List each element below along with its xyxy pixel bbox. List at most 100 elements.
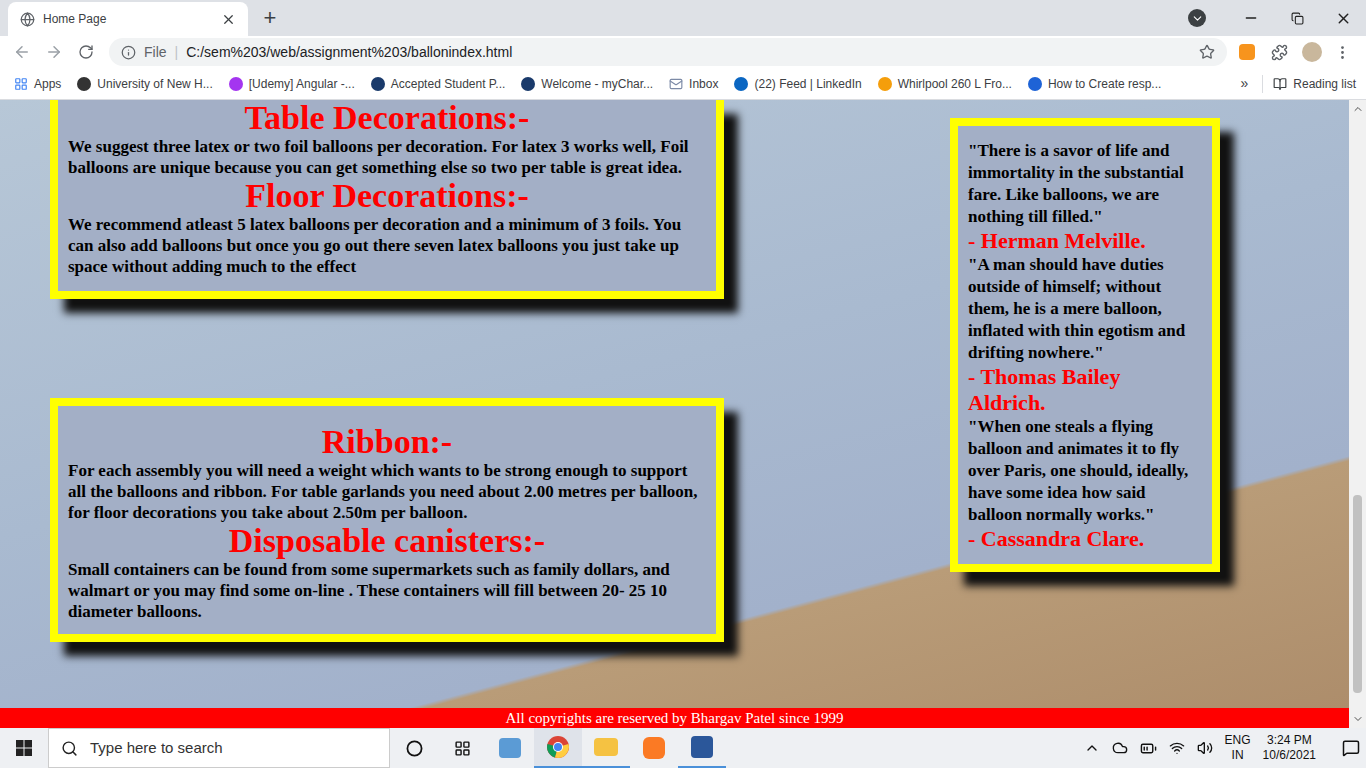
section-heading: Disposable canisters:- bbox=[68, 523, 706, 559]
card-section: Floor Decorations:-We recommend atleast … bbox=[68, 178, 706, 277]
bookmark[interactable]: Apps bbox=[14, 75, 61, 93]
bookmark-label: Accepted Student P... bbox=[391, 75, 506, 93]
reading-list-label: Reading list bbox=[1293, 75, 1356, 93]
cortana-button[interactable] bbox=[390, 728, 438, 768]
region: IN bbox=[1232, 748, 1244, 763]
bookmarks-bar: Apps University of New H... [Udemy] Angula… bbox=[0, 68, 1366, 100]
notifications-icon[interactable] bbox=[1342, 739, 1360, 757]
taskbar-app[interactable] bbox=[582, 728, 630, 768]
footer-text: All copyrights are reserved by Bhargav P… bbox=[506, 709, 844, 727]
back-icon[interactable] bbox=[13, 43, 31, 61]
task-view-icon bbox=[454, 740, 471, 757]
screen: Home Page + File|C:/sem%203/web/assignment… bbox=[0, 0, 1366, 768]
extension-button[interactable] bbox=[1239, 44, 1255, 60]
section-heading: Table Decorations:- bbox=[68, 100, 706, 136]
task-view-button[interactable] bbox=[438, 728, 486, 768]
reading-list[interactable]: Reading list bbox=[1273, 75, 1356, 93]
taskbar-app[interactable] bbox=[486, 728, 534, 768]
bookmark[interactable]: Inbox bbox=[669, 75, 718, 93]
bookmark-label: University of New H... bbox=[97, 75, 212, 93]
toolbar: File|C:/sem%203/web/assignment%203/ballo… bbox=[0, 36, 1366, 68]
search-icon bbox=[61, 740, 78, 757]
favicon-icon bbox=[371, 77, 385, 91]
system-tray: ENGIN 3:24 PM10/6/2021 bbox=[1084, 728, 1366, 768]
card-section: Ribbon:-For each assembly you will need … bbox=[68, 424, 706, 523]
taskbar-search[interactable]: Type here to search bbox=[48, 728, 390, 768]
reload-icon[interactable] bbox=[78, 44, 94, 60]
quote-author: - Herman Melville. bbox=[968, 228, 1202, 254]
xampp-icon bbox=[643, 737, 665, 759]
forward-icon[interactable] bbox=[45, 43, 63, 61]
minimize-button[interactable] bbox=[1228, 0, 1274, 36]
bookmark[interactable]: (22) Feed | LinkedIn bbox=[734, 75, 861, 93]
bookmark[interactable]: Welcome - myChar... bbox=[521, 75, 653, 93]
close-icon bbox=[1335, 10, 1352, 27]
windows-icon bbox=[16, 740, 32, 756]
onedrive-icon[interactable] bbox=[1112, 740, 1128, 756]
word-icon bbox=[691, 736, 713, 758]
menu-icon[interactable] bbox=[1334, 44, 1351, 61]
quote-text: "When one steals a flying balloon and an… bbox=[968, 416, 1202, 526]
quote: "When one steals a flying balloon and an… bbox=[968, 416, 1202, 552]
close-tab-icon[interactable] bbox=[221, 12, 236, 27]
bookmarks-overflow[interactable]: » bbox=[1241, 73, 1249, 94]
file-explorer-icon bbox=[594, 738, 618, 756]
footer: All copyrights are reserved by Bhargav P… bbox=[0, 708, 1349, 728]
taskbar-app[interactable] bbox=[534, 728, 582, 768]
quote-author: - Cassandra Clare. bbox=[968, 526, 1202, 552]
url-text: C:/sem%203/web/assignment%203/balloninde… bbox=[186, 42, 1191, 63]
restore-button[interactable] bbox=[1274, 0, 1320, 36]
cortana-icon bbox=[406, 740, 423, 757]
apps-icon bbox=[14, 77, 28, 91]
language: ENG bbox=[1225, 733, 1251, 748]
globe-icon bbox=[20, 12, 35, 27]
bookmark-label: Whirlpool 260 L Fro... bbox=[898, 75, 1012, 93]
tray-overflow-icon[interactable] bbox=[1084, 740, 1100, 756]
clock[interactable]: 3:24 PM10/6/2021 bbox=[1263, 733, 1316, 763]
section-text: For each assembly you will need a weight… bbox=[68, 460, 706, 523]
info-icon[interactable] bbox=[121, 45, 136, 60]
extensions-icon[interactable] bbox=[1271, 44, 1288, 61]
bookmark-label: Welcome - myChar... bbox=[541, 75, 653, 93]
card-section: Disposable canisters:-Small containers c… bbox=[68, 523, 706, 622]
taskbar-app[interactable] bbox=[630, 728, 678, 768]
omnibox[interactable]: File|C:/sem%203/web/assignment%203/ballo… bbox=[109, 38, 1227, 66]
language-indicator[interactable]: ENGIN bbox=[1225, 733, 1251, 763]
bookmark-label: Inbox bbox=[689, 75, 718, 93]
browser-tab[interactable]: Home Page bbox=[8, 2, 248, 36]
star-icon[interactable] bbox=[1199, 44, 1215, 60]
time: 3:24 PM bbox=[1267, 733, 1312, 748]
section-text: Small containers can be found from some … bbox=[68, 559, 706, 622]
battery-icon[interactable] bbox=[1140, 740, 1157, 757]
scroll-thumb[interactable] bbox=[1353, 495, 1362, 693]
taskbar-app[interactable] bbox=[678, 728, 726, 768]
bookmark[interactable]: University of New H... bbox=[77, 75, 212, 93]
search-placeholder: Type here to search bbox=[90, 737, 223, 760]
reading-list-icon bbox=[1273, 77, 1287, 91]
bookmark-label: How to Create resp... bbox=[1048, 75, 1161, 93]
new-tab-button[interactable]: + bbox=[258, 6, 282, 30]
quote: "A man should have duties outside of him… bbox=[968, 254, 1202, 416]
favicon-icon bbox=[734, 77, 748, 91]
scroll-down-icon[interactable] bbox=[1352, 713, 1364, 725]
chrome-icon bbox=[546, 735, 570, 759]
tab-search-button[interactable] bbox=[1188, 9, 1206, 27]
page-viewport: Table Decorations:-We suggest three late… bbox=[0, 100, 1366, 728]
chevron-down-icon bbox=[1191, 12, 1204, 25]
bookmark[interactable]: How to Create resp... bbox=[1028, 75, 1161, 93]
section-text: We suggest three latex or two foil ballo… bbox=[68, 136, 706, 178]
quote-author: - Thomas Bailey Aldrich. bbox=[968, 364, 1202, 416]
favicon-icon bbox=[521, 77, 535, 91]
scrollbar[interactable] bbox=[1349, 100, 1366, 728]
wifi-icon[interactable] bbox=[1169, 740, 1185, 756]
info-card: Table Decorations:-We suggest three late… bbox=[50, 100, 724, 299]
volume-icon[interactable] bbox=[1197, 740, 1213, 756]
bookmark[interactable]: Accepted Student P... bbox=[371, 75, 506, 93]
bookmark[interactable]: Whirlpool 260 L Fro... bbox=[878, 75, 1012, 93]
profile-avatar[interactable] bbox=[1302, 42, 1322, 62]
start-button[interactable] bbox=[0, 728, 48, 768]
bookmark[interactable]: [Udemy] Angular -... bbox=[229, 75, 355, 93]
close-button[interactable] bbox=[1320, 0, 1366, 36]
scroll-up-icon[interactable] bbox=[1352, 103, 1364, 115]
date: 10/6/2021 bbox=[1263, 748, 1316, 763]
